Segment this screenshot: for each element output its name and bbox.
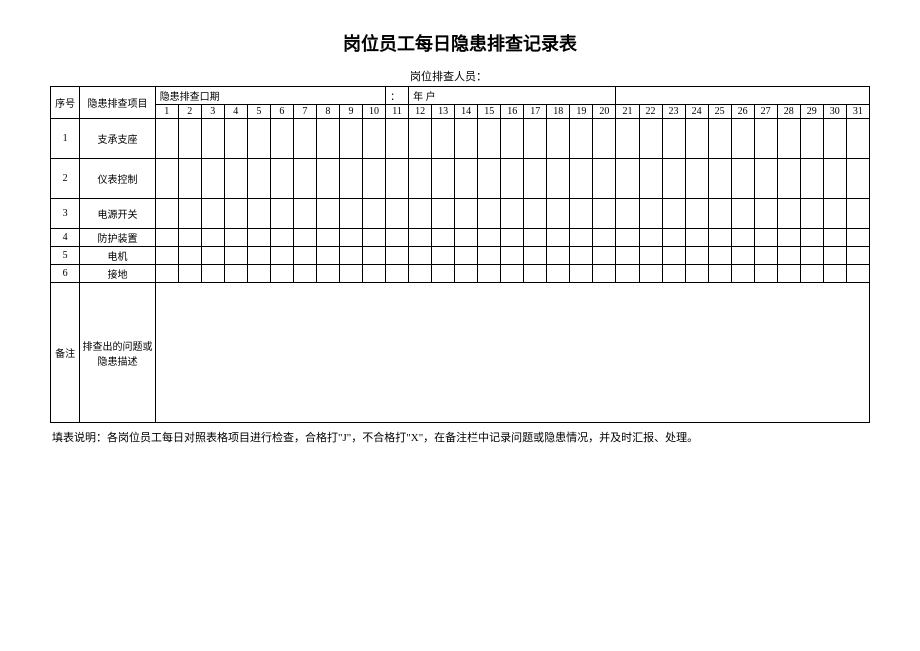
item-cell: 电源开关	[80, 199, 155, 229]
seq-cell: 3	[51, 199, 80, 229]
day-31: 31	[846, 105, 869, 119]
day-18: 18	[547, 105, 570, 119]
inspector-label: 岗位排查人员：	[410, 68, 487, 84]
day-19: 19	[570, 105, 593, 119]
day-1: 1	[155, 105, 178, 119]
day-2: 2	[178, 105, 201, 119]
day-16: 16	[501, 105, 524, 119]
day-30: 30	[823, 105, 846, 119]
inspection-table: 序号 隐患排查项目 隐患排查口期 ： 年 户 1 2 3 4 5 6 7 8 9…	[50, 86, 870, 423]
day-20: 20	[593, 105, 616, 119]
col-seq-header: 序号	[51, 87, 80, 119]
footnote: 填表说明：各岗位员工每日对照表格项目进行检查，合格打"J"，不合格打"X"，在备…	[50, 429, 870, 445]
day-6: 6	[270, 105, 293, 119]
day-4: 4	[224, 105, 247, 119]
table-row: 5 电机	[51, 247, 870, 265]
day-26: 26	[731, 105, 754, 119]
seq-cell: 6	[51, 265, 80, 283]
day-7: 7	[293, 105, 316, 119]
item-cell: 支承支座	[80, 119, 155, 159]
remark-row: 备注 排查出的问题或隐患描述	[51, 283, 870, 423]
page-title: 岗位员工每日隐患排查记录表	[50, 30, 870, 56]
seq-cell: 1	[51, 119, 80, 159]
day-13: 13	[432, 105, 455, 119]
col-item-header: 隐患排查项目	[80, 87, 155, 119]
date-blank-cell	[616, 87, 870, 105]
table-row: 4 防护装置	[51, 229, 870, 247]
item-cell: 仪表控制	[80, 159, 155, 199]
day-29: 29	[800, 105, 823, 119]
day-3: 3	[201, 105, 224, 119]
day-25: 25	[708, 105, 731, 119]
table-row: 1 支承支座	[51, 119, 870, 159]
remark-label-cell: 备注	[51, 283, 80, 423]
day-21: 21	[616, 105, 639, 119]
day-9: 9	[339, 105, 362, 119]
seq-cell: 4	[51, 229, 80, 247]
day-15: 15	[478, 105, 501, 119]
day-23: 23	[662, 105, 685, 119]
table-row: 3 电源开关	[51, 199, 870, 229]
date-label-suffix-cell: 年 户	[409, 87, 616, 105]
date-label-colon-cell: ：	[386, 87, 409, 105]
item-cell: 接地	[80, 265, 155, 283]
seq-cell: 2	[51, 159, 80, 199]
remark-desc-cell: 排查出的问题或隐患描述	[80, 283, 155, 423]
inspector-line: 岗位排查人员：	[50, 68, 870, 84]
day-10: 10	[362, 105, 385, 119]
day-28: 28	[777, 105, 800, 119]
day-8: 8	[316, 105, 339, 119]
day-11: 11	[386, 105, 409, 119]
day-header-row: 1 2 3 4 5 6 7 8 9 10 11 12 13 14 15 16 1…	[51, 105, 870, 119]
day-17: 17	[524, 105, 547, 119]
table-row: 6 接地	[51, 265, 870, 283]
day-5: 5	[247, 105, 270, 119]
day-27: 27	[754, 105, 777, 119]
day-14: 14	[455, 105, 478, 119]
day-24: 24	[685, 105, 708, 119]
item-cell: 电机	[80, 247, 155, 265]
seq-cell: 5	[51, 247, 80, 265]
day-22: 22	[639, 105, 662, 119]
date-label-prefix-cell: 隐患排查口期	[155, 87, 385, 105]
table-row: 2 仪表控制	[51, 159, 870, 199]
item-cell: 防护装置	[80, 229, 155, 247]
remark-content-cell	[155, 283, 869, 423]
day-12: 12	[409, 105, 432, 119]
